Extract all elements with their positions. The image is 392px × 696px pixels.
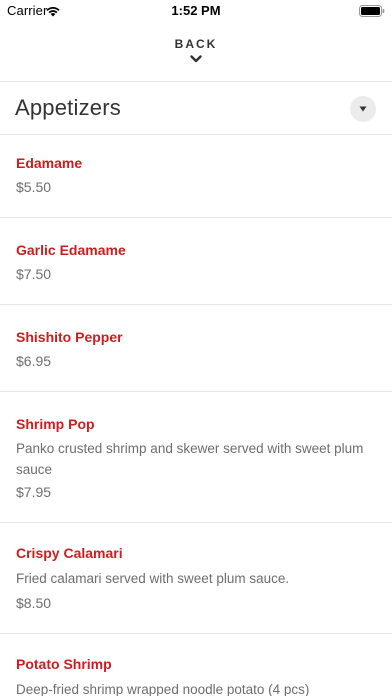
item-name: Shishito Pepper (16, 329, 123, 345)
item-name: Potato Shrimp (16, 656, 112, 672)
battery-icon (359, 5, 385, 17)
menu-item[interactable]: Crispy Calamari Fried calamari served wi… (0, 523, 392, 633)
back-label: BACK (174, 37, 218, 51)
category-dropdown-button[interactable] (350, 96, 376, 122)
item-name: Garlic Edamame (16, 242, 126, 258)
menu-item[interactable]: Edamame $5.50 (0, 135, 392, 217)
menu-item[interactable]: Potato Shrimp Deep-fried shrimp wrapped … (0, 634, 392, 696)
item-description: Fried calamari served with sweet plum sa… (16, 571, 290, 586)
menu-item[interactable]: Shishito Pepper $6.95 (0, 305, 392, 391)
item-description: Deep-fried shrimp wrapped noodle potato … (16, 682, 310, 696)
clock: 1:52 PM (171, 3, 221, 18)
item-name: Crispy Calamari (16, 545, 123, 561)
chevron-down-icon (190, 55, 202, 63)
item-price: $7.50 (16, 266, 52, 282)
caret-down-icon (359, 106, 367, 112)
back-button[interactable]: BACK (0, 32, 392, 74)
status-bar: Carrier 1:52 PM (0, 0, 392, 22)
section-header: Appetizers (0, 82, 392, 134)
item-price: $7.95 (16, 484, 52, 500)
item-description: Panko crusted shrimp and skewer served w… (16, 441, 364, 477)
item-price: $6.95 (16, 353, 52, 369)
item-name: Shrimp Pop (16, 416, 95, 432)
section-title: Appetizers (15, 95, 121, 120)
item-price: $5.50 (16, 179, 52, 195)
menu-item[interactable]: Garlic Edamame $7.50 (0, 218, 392, 304)
menu-item[interactable]: Shrimp Pop Panko crusted shrimp and skew… (0, 392, 392, 522)
item-name: Edamame (16, 155, 83, 171)
item-price: $8.50 (16, 595, 52, 611)
